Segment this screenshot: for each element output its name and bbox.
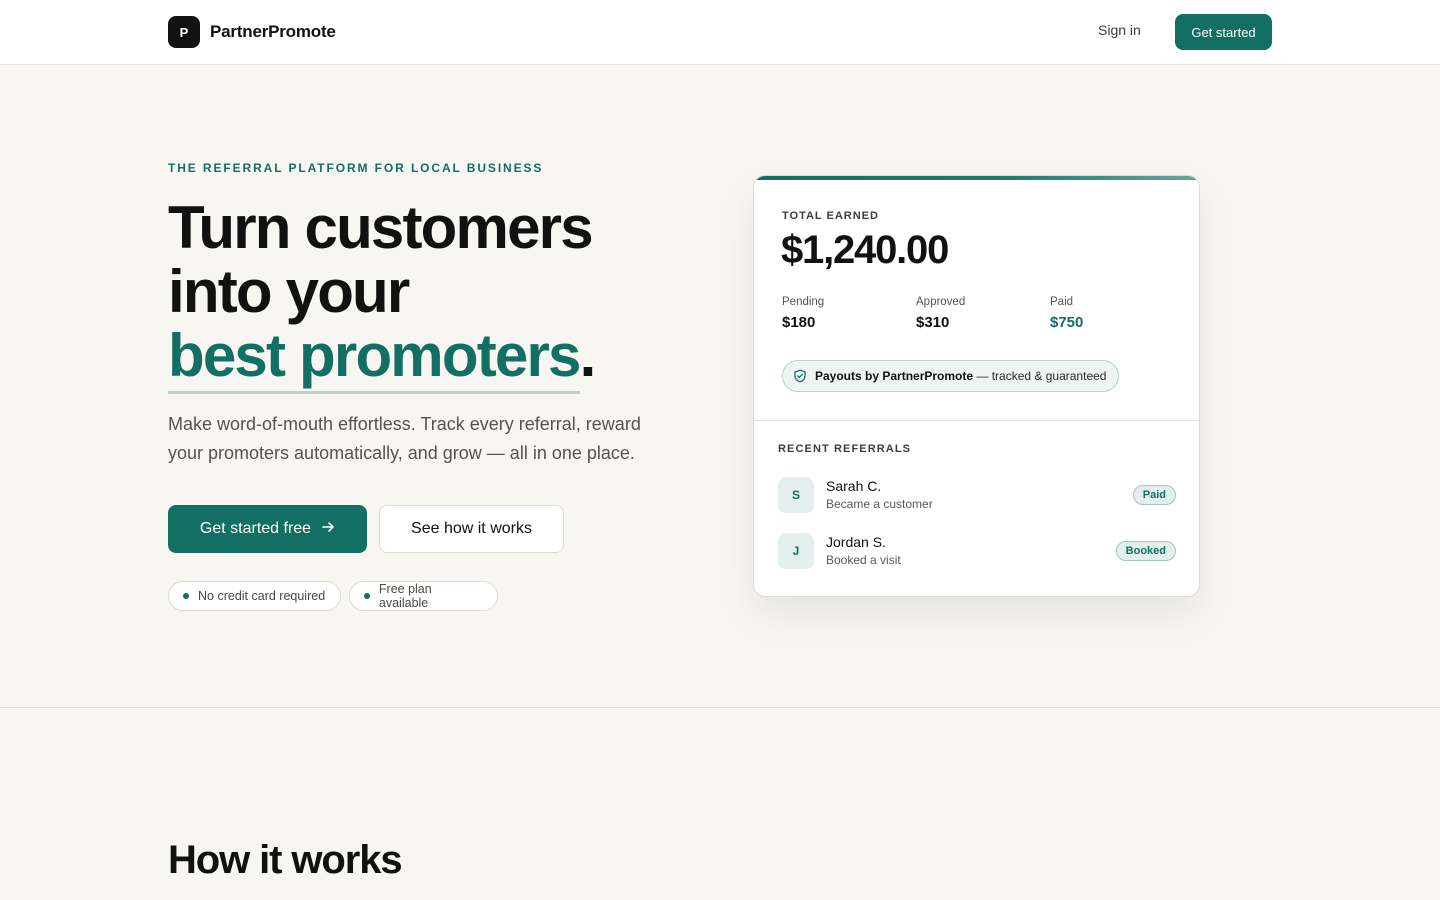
shield-check-icon bbox=[794, 369, 806, 383]
headline-line-2: into your bbox=[168, 258, 410, 325]
how-it-works-heading: How it works bbox=[168, 838, 403, 882]
get-started-button[interactable]: Get started bbox=[1175, 14, 1272, 50]
logo-mark: P bbox=[168, 16, 200, 48]
headline-period: . bbox=[579, 322, 597, 389]
stat-value: $750 bbox=[1050, 314, 1084, 331]
payout-strong-text: Payouts by PartnerPromote bbox=[815, 369, 974, 383]
referral-name: Sarah C. bbox=[826, 478, 882, 494]
stat-pending: Pending $180 bbox=[782, 296, 824, 331]
referral-name: Jordan S. bbox=[826, 534, 886, 550]
top-nav: P PartnerPromote Sign in Get started bbox=[0, 0, 1440, 65]
no-credit-card-pill: No credit card required bbox=[168, 581, 341, 611]
referral-detail: Became a customer bbox=[826, 497, 933, 511]
brand-name: PartnerPromote bbox=[210, 22, 336, 41]
recent-referrals-label: RECENT REFERRALS bbox=[778, 443, 912, 455]
get-started-free-label: Get started free bbox=[199, 520, 312, 537]
earnings-card: TOTAL EARNED $1,240.00 Pending $180 Appr… bbox=[753, 175, 1200, 597]
total-earned-value: $1,240.00 bbox=[781, 228, 949, 272]
stat-paid: Paid $750 bbox=[1050, 296, 1083, 331]
total-earned-label: TOTAL EARNED bbox=[782, 210, 879, 222]
pill-label: Free plan available bbox=[378, 582, 432, 610]
brand-logo[interactable]: P PartnerPromote bbox=[168, 16, 336, 48]
stat-value: $180 bbox=[782, 314, 816, 331]
get-started-free-button[interactable]: Get started free bbox=[168, 505, 367, 553]
status-badge: Booked bbox=[1115, 541, 1176, 561]
free-plan-pill: Free plan available bbox=[349, 581, 498, 611]
payout-guarantee-pill: Payouts by PartnerPromote — tracked & gu… bbox=[782, 360, 1120, 392]
avatar: S bbox=[778, 477, 814, 513]
payout-rest-text: — tracked & guaranteed bbox=[973, 369, 1107, 383]
referral-row[interactable]: J Jordan S. Booked a visit Booked bbox=[778, 533, 1176, 569]
sign-in-link[interactable]: Sign in bbox=[1098, 22, 1141, 38]
hero-subcopy: Make word-of-mouth effortless. Track eve… bbox=[168, 414, 641, 463]
stat-label: Paid bbox=[1050, 296, 1074, 308]
stat-label: Approved bbox=[916, 296, 966, 308]
card-divider bbox=[754, 420, 1199, 421]
hero-headline: Turn customers into your best promoters. bbox=[168, 194, 728, 394]
avatar: J bbox=[778, 533, 814, 569]
section-divider bbox=[0, 707, 1440, 708]
bullet-dot-icon bbox=[364, 593, 370, 599]
headline-line-1: Turn customers bbox=[168, 194, 594, 261]
headline-accent: best promoters bbox=[168, 322, 581, 394]
pill-label: No credit card required bbox=[198, 589, 326, 603]
see-how-it-works-button[interactable]: See how it works bbox=[379, 505, 564, 553]
arrow-right-icon bbox=[321, 520, 335, 538]
bullet-dot-icon bbox=[183, 593, 189, 599]
hero-eyebrow: THE REFERRAL PLATFORM FOR LOCAL BUSINESS bbox=[168, 161, 544, 175]
stat-label: Pending bbox=[782, 296, 825, 308]
referral-row[interactable]: S Sarah C. Became a customer Paid bbox=[778, 477, 1176, 513]
stat-approved: Approved $310 bbox=[916, 296, 965, 331]
card-accent-bar bbox=[754, 176, 1199, 180]
stat-value: $310 bbox=[916, 314, 950, 331]
referral-detail: Booked a visit bbox=[826, 553, 901, 567]
status-badge: Paid bbox=[1132, 485, 1176, 505]
